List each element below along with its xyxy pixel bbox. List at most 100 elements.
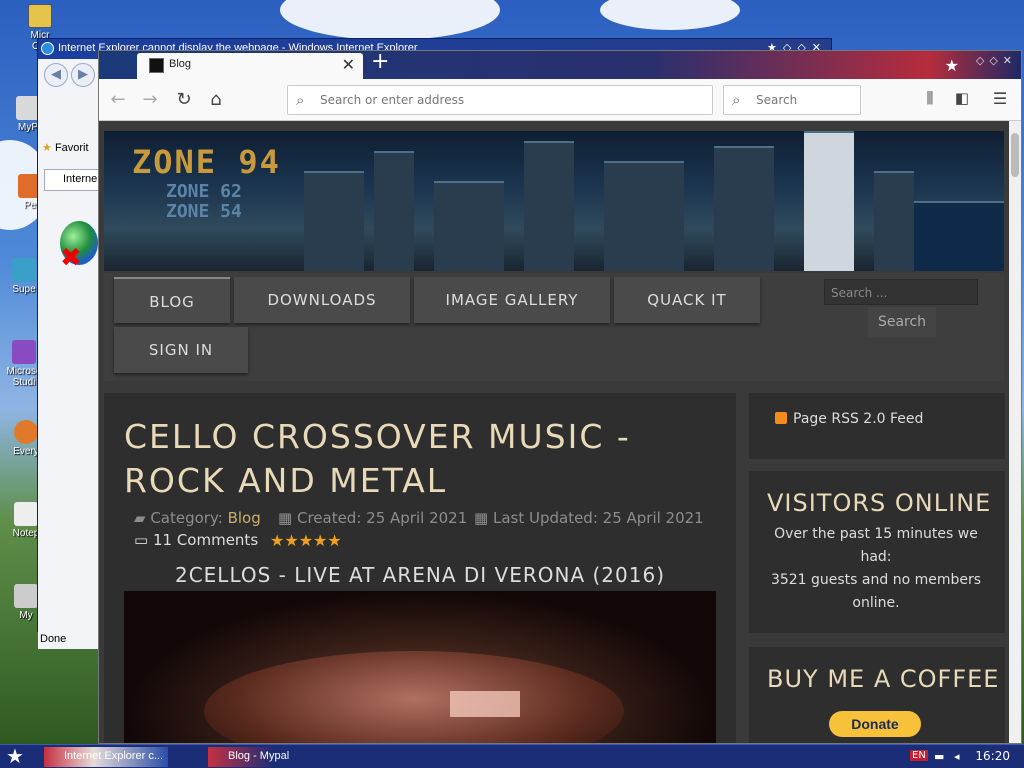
menu-item-sign-in[interactable]: SIGN IN: [114, 327, 248, 373]
calendar-icon: ▦: [474, 509, 489, 527]
star-icon[interactable]: ★: [299, 531, 313, 550]
rss-icon: [775, 412, 787, 424]
category-label: Category:: [150, 509, 223, 527]
menu-item-blog[interactable]: BLOG: [114, 277, 230, 323]
menu-icon[interactable]: ☰: [989, 89, 1011, 108]
star-icon: ★: [944, 56, 959, 75]
building: [874, 171, 914, 271]
updated-date: Last Updated: 25 April 2021: [492, 509, 704, 527]
video-title: 2CELLOS - LIVE AT ARENA DI VERONA (2016): [174, 563, 666, 587]
computer-icon: [14, 584, 38, 608]
menu-item-quack-it[interactable]: QUACK IT: [614, 277, 760, 323]
outlook-icon: [28, 4, 52, 28]
building: [374, 151, 414, 271]
coffee-title: BUY ME A COFFEE: [767, 665, 1000, 693]
article-category: ▰ Category: Blog: [134, 509, 261, 527]
menu-item-downloads[interactable]: DOWNLOADS: [234, 277, 410, 323]
donate-button[interactable]: Donate: [829, 711, 921, 737]
scrollbar[interactable]: [1009, 121, 1021, 743]
new-tab-button[interactable]: +: [371, 51, 389, 73]
comments-link[interactable]: 11 Comments: [153, 531, 258, 549]
ie-icon: [41, 42, 54, 55]
star-icon[interactable]: ★: [327, 531, 341, 550]
tab-bar: Blog ✕ + ★ ◇◇✕: [99, 51, 1021, 79]
site-search-input[interactable]: Search ...: [824, 279, 978, 305]
visitors-text-1: Over the past 15 minutes we had:: [774, 526, 978, 565]
article-comments[interactable]: ▭ 11 Comments: [134, 531, 258, 549]
visitors-text-2: 3521 guests and no members online.: [770, 572, 982, 611]
ie-back-button[interactable]: ◀: [44, 63, 68, 87]
tab-blog[interactable]: Blog ✕: [137, 53, 363, 79]
taskbar-ie-button[interactable]: Internet Explorer c...: [44, 747, 168, 767]
back-icon[interactable]: ←: [107, 89, 129, 110]
category-link[interactable]: Blog: [228, 509, 261, 527]
search-icon: ⌕: [296, 91, 305, 109]
building: [434, 181, 504, 271]
rss-link[interactable]: Page RSS 2.0 Feed: [775, 411, 923, 427]
site-banner[interactable]: ZONE 94 ZONE 62 ZONE 54: [104, 131, 1004, 271]
ie-favorites[interactable]: ★ Favorit: [42, 141, 89, 154]
browser-window[interactable]: Blog ✕ + ★ ◇◇✕ ← → ↻ ⌂ ⌕ Search or enter…: [98, 50, 1022, 744]
building: [804, 131, 854, 271]
building: [524, 141, 574, 271]
task-label: Blog - Mypal: [228, 750, 290, 762]
task-label: Internet Explorer c...: [64, 750, 164, 762]
cloud: [600, 0, 740, 30]
app-icon: [12, 258, 36, 282]
favicon-icon: [149, 58, 164, 73]
url-placeholder: Search or enter address: [320, 93, 465, 107]
building: [604, 161, 684, 271]
ie-status: Done: [40, 633, 67, 645]
tab-title: Blog: [169, 58, 192, 70]
reload-icon[interactable]: ↻: [173, 89, 195, 110]
page-content: ZONE 94 ZONE 62 ZONE 54 BLOG DOWNLOADS I…: [99, 121, 1009, 743]
search-bar[interactable]: ⌕ Search: [723, 85, 861, 115]
article-title: CELLO CROSSOVER MUSIC - ROCK AND METAL: [124, 417, 631, 500]
visitors-box: VISITORS ONLINE Over the past 15 minutes…: [749, 471, 1005, 633]
taskbar-browser-button[interactable]: Blog - Mypal: [208, 747, 318, 767]
article: CELLO CROSSOVER MUSIC - ROCK AND METAL ▰…: [104, 393, 736, 743]
created-date: Created: 25 April 2021: [296, 509, 468, 527]
window-controls[interactable]: ◇◇✕: [976, 54, 1017, 67]
article-created: ▦ Created: 25 April 2021: [278, 509, 467, 527]
video-player[interactable]: [124, 591, 716, 743]
calendar-icon: ▦: [278, 509, 293, 527]
site-logo-sub: ZONE 62: [166, 181, 242, 202]
sidebar-icon[interactable]: ◧: [951, 89, 973, 107]
site-logo: ZONE 94: [132, 143, 281, 181]
cloud: [280, 0, 500, 40]
star-icon[interactable]: ★: [313, 531, 327, 550]
system-tray: EN ▬ ◂ 16:20: [906, 745, 1024, 768]
folder-icon: ▰: [134, 509, 146, 527]
url-bar[interactable]: ⌕ Search or enter address: [287, 85, 713, 115]
home-icon[interactable]: ⌂: [205, 89, 227, 110]
rating-stars[interactable]: ★★★★★: [270, 531, 342, 550]
ie-tab-label: Interne: [63, 173, 98, 185]
site-menu: BLOG DOWNLOADS IMAGE GALLERY QUACK IT SI…: [104, 273, 1004, 381]
ie-tab[interactable]: Interne: [44, 169, 104, 191]
search-icon: ⌕: [732, 91, 741, 109]
volume-icon[interactable]: ◂: [954, 750, 960, 763]
scrollbar-thumb[interactable]: [1011, 133, 1019, 177]
ie-forward-button[interactable]: ▶: [71, 63, 95, 87]
star-icon[interactable]: ★: [270, 531, 284, 550]
menu-item-image-gallery[interactable]: IMAGE GALLERY: [414, 277, 610, 323]
rss-box: Page RSS 2.0 Feed: [749, 393, 1005, 459]
start-button[interactable]: ★: [6, 745, 24, 767]
ie-sidepane: ◀ ▶ ★ Favorit Interne ✖ Done: [38, 59, 104, 649]
article-updated: ▦ Last Updated: 25 April 2021: [474, 509, 704, 527]
star-icon[interactable]: ★: [284, 531, 298, 550]
network-icon[interactable]: ▬: [934, 750, 944, 763]
video-frame: [204, 651, 624, 743]
language-indicator[interactable]: EN: [910, 750, 928, 761]
ie-favorites-label: Favorit: [54, 142, 89, 154]
app-icon: [14, 420, 38, 444]
forward-icon[interactable]: →: [139, 89, 161, 110]
app-icon: [12, 340, 36, 364]
library-icon[interactable]: ⫼: [919, 89, 941, 107]
taskbar: ★ Internet Explorer c... Blog - Mypal EN…: [0, 744, 1024, 768]
clock: 16:20: [975, 749, 1010, 763]
star-icon: ★: [42, 142, 52, 154]
close-tab-icon[interactable]: ✕: [342, 55, 355, 75]
site-search-button[interactable]: Search: [868, 307, 936, 337]
